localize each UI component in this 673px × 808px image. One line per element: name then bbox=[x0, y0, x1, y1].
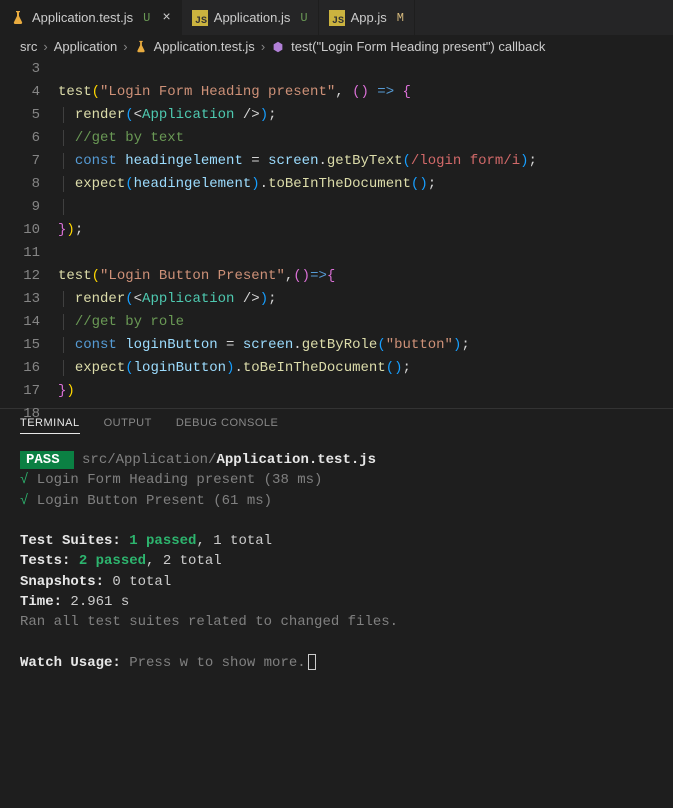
tab-terminal[interactable]: TERMINAL bbox=[20, 417, 80, 434]
test-result-line: √ Login Button Present (61 ms) bbox=[20, 491, 653, 511]
flask-icon bbox=[134, 40, 148, 54]
method-icon bbox=[271, 40, 285, 54]
tab-label: Application.test.js bbox=[32, 10, 133, 25]
chevron-right-icon: › bbox=[261, 39, 265, 54]
code-editor[interactable]: 3456789101112131415161718 test("Login Fo… bbox=[0, 58, 673, 408]
terminal-output[interactable]: PASS src/Application/Application.test.js… bbox=[0, 440, 673, 683]
breadcrumb-segment: Application bbox=[54, 39, 118, 54]
tab-status: U bbox=[143, 11, 150, 25]
line-gutter: 3456789101112131415161718 bbox=[0, 58, 58, 408]
tab-label: Application.js bbox=[214, 10, 291, 25]
js-icon: JS bbox=[192, 10, 208, 26]
test-result-line: √ Login Form Heading present (38 ms) bbox=[20, 470, 653, 490]
breadcrumb[interactable]: src › Application › Application.test.js … bbox=[0, 35, 673, 58]
editor-tabs: Application.test.js U × JS Application.j… bbox=[0, 0, 673, 35]
breadcrumb-segment: test("Login Form Heading present") callb… bbox=[291, 39, 545, 54]
js-icon: JS bbox=[329, 10, 345, 26]
chevron-right-icon: › bbox=[123, 39, 127, 54]
svg-text:JS: JS bbox=[195, 16, 207, 26]
svg-text:JS: JS bbox=[332, 16, 344, 26]
pass-badge: PASS bbox=[20, 451, 74, 469]
code-content[interactable]: test("Login Form Heading present", () =>… bbox=[58, 58, 673, 408]
flask-icon bbox=[10, 10, 26, 26]
tab-debug-console[interactable]: DEBUG CONSOLE bbox=[176, 417, 278, 434]
tab-application[interactable]: JS Application.js U bbox=[182, 0, 319, 35]
tab-status: U bbox=[300, 11, 307, 25]
close-icon[interactable]: × bbox=[162, 10, 170, 26]
breadcrumb-segment: src bbox=[20, 39, 37, 54]
breadcrumb-segment: Application.test.js bbox=[154, 39, 255, 54]
terminal-cursor bbox=[308, 654, 316, 670]
tab-output[interactable]: OUTPUT bbox=[104, 417, 152, 434]
chevron-right-icon: › bbox=[43, 39, 47, 54]
tab-status: M bbox=[397, 11, 404, 25]
tab-app[interactable]: JS App.js M bbox=[319, 0, 415, 35]
tab-application-test[interactable]: Application.test.js U × bbox=[0, 0, 182, 35]
tab-label: App.js bbox=[351, 10, 387, 25]
